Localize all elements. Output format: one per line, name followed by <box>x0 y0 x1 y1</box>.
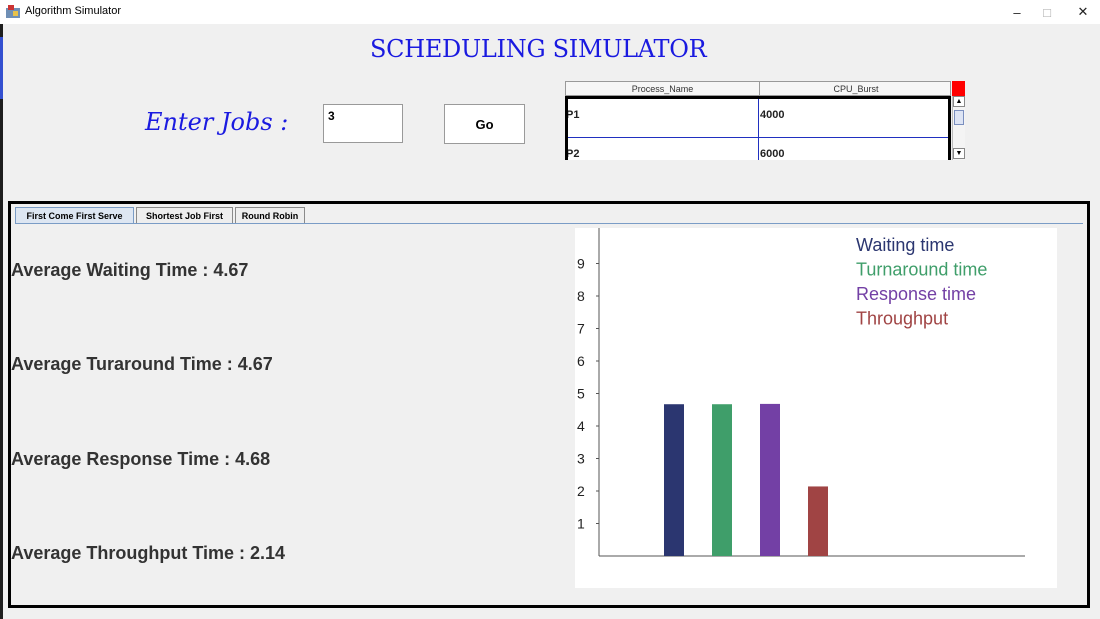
scroll-down-icon[interactable]: ▼ <box>953 148 965 159</box>
table-body: P1 4000 P2 6000 <box>565 96 951 160</box>
results-panel: First Come First Serve Shortest Job Firs… <box>8 201 1090 608</box>
minimize-button[interactable]: – <box>1000 0 1034 24</box>
app-icon <box>6 5 20 18</box>
go-button[interactable]: Go <box>444 104 525 144</box>
legend-item: Response time <box>856 284 976 304</box>
close-icon: ✕ <box>1077 4 1089 19</box>
scroll-up-icon[interactable]: ▲ <box>953 96 965 107</box>
left-edge-strip <box>0 24 3 619</box>
column-header-process-name[interactable]: Process_Name <box>566 84 759 94</box>
bar-chart: 1 2 3 4 5 6 7 8 9 Waiting time Turnaround time Resp… <box>575 228 1057 588</box>
y-tick-label: 1 <box>577 516 585 532</box>
process-table: Process_Name CPU_Burst P1 4000 P2 6000 ▲… <box>565 81 965 160</box>
bar-waiting-time <box>664 404 684 556</box>
bar-turnaround-time <box>712 404 732 556</box>
y-tick-label: 8 <box>577 288 585 304</box>
table-row[interactable]: P2 6000 <box>568 138 948 160</box>
bar-chart-svg: 1 2 3 4 5 6 7 8 9 Waiting time Turnaround time Resp… <box>577 228 1025 557</box>
column-header-cpu-burst[interactable]: CPU_Burst <box>760 84 952 94</box>
minimize-icon: – <box>1013 4 1021 20</box>
tab-round-robin[interactable]: Round Robin <box>235 207 305 223</box>
jobs-label: Enter Jobs : <box>145 108 289 136</box>
scroll-thumb[interactable] <box>954 110 964 125</box>
tab-underline <box>15 223 1083 224</box>
y-tick-label: 2 <box>577 483 585 499</box>
avg-turnaround-time: Average Turaround Time : 4.67 <box>11 354 273 374</box>
table-scrollbar[interactable]: ▲ ▼ <box>952 96 965 160</box>
close-button[interactable]: ✕ <box>1066 0 1100 24</box>
avg-waiting-time: Average Waiting Time : 4.67 <box>11 260 249 280</box>
table-row[interactable]: P1 4000 <box>568 99 948 138</box>
process-name-cell[interactable]: P2 <box>568 148 579 160</box>
tab-sjf[interactable]: Shortest Job First <box>136 207 233 223</box>
y-tick-label: 5 <box>577 386 585 402</box>
cpu-burst-cell[interactable]: 6000 <box>760 148 784 160</box>
cpu-burst-cell[interactable]: 4000 <box>760 109 784 121</box>
process-name-cell[interactable]: P1 <box>568 109 579 121</box>
y-tick-label: 3 <box>577 451 585 467</box>
legend-item: Turnaround time <box>856 260 987 280</box>
window-title: Algorithm Simulator <box>25 5 121 17</box>
tab-fcfs[interactable]: First Come First Serve <box>15 207 134 224</box>
y-tick-label: 7 <box>577 321 585 337</box>
table-corner <box>952 81 965 96</box>
maximize-button[interactable]: □ <box>1030 0 1064 24</box>
maximize-icon: □ <box>1043 4 1051 20</box>
left-edge-accent <box>0 37 3 99</box>
legend-item: Throughput <box>856 309 948 329</box>
y-tick-label: 9 <box>577 256 585 272</box>
title-bar: Algorithm Simulator – □ ✕ <box>0 0 1100 24</box>
jobs-input[interactable]: 3 <box>323 104 403 143</box>
legend-item: Waiting time <box>856 235 954 255</box>
y-tick-label: 4 <box>577 418 585 434</box>
table-header: Process_Name CPU_Burst <box>565 81 951 96</box>
bar-throughput <box>808 486 828 556</box>
y-tick-label: 6 <box>577 353 585 369</box>
bar-response-time <box>760 403 780 556</box>
avg-throughput-time: Average Throughput Time : 2.14 <box>11 543 286 563</box>
avg-response-time: Average Response Time : 4.68 <box>11 449 271 469</box>
page-title: SCHEDULING SIMULATOR <box>370 35 707 63</box>
